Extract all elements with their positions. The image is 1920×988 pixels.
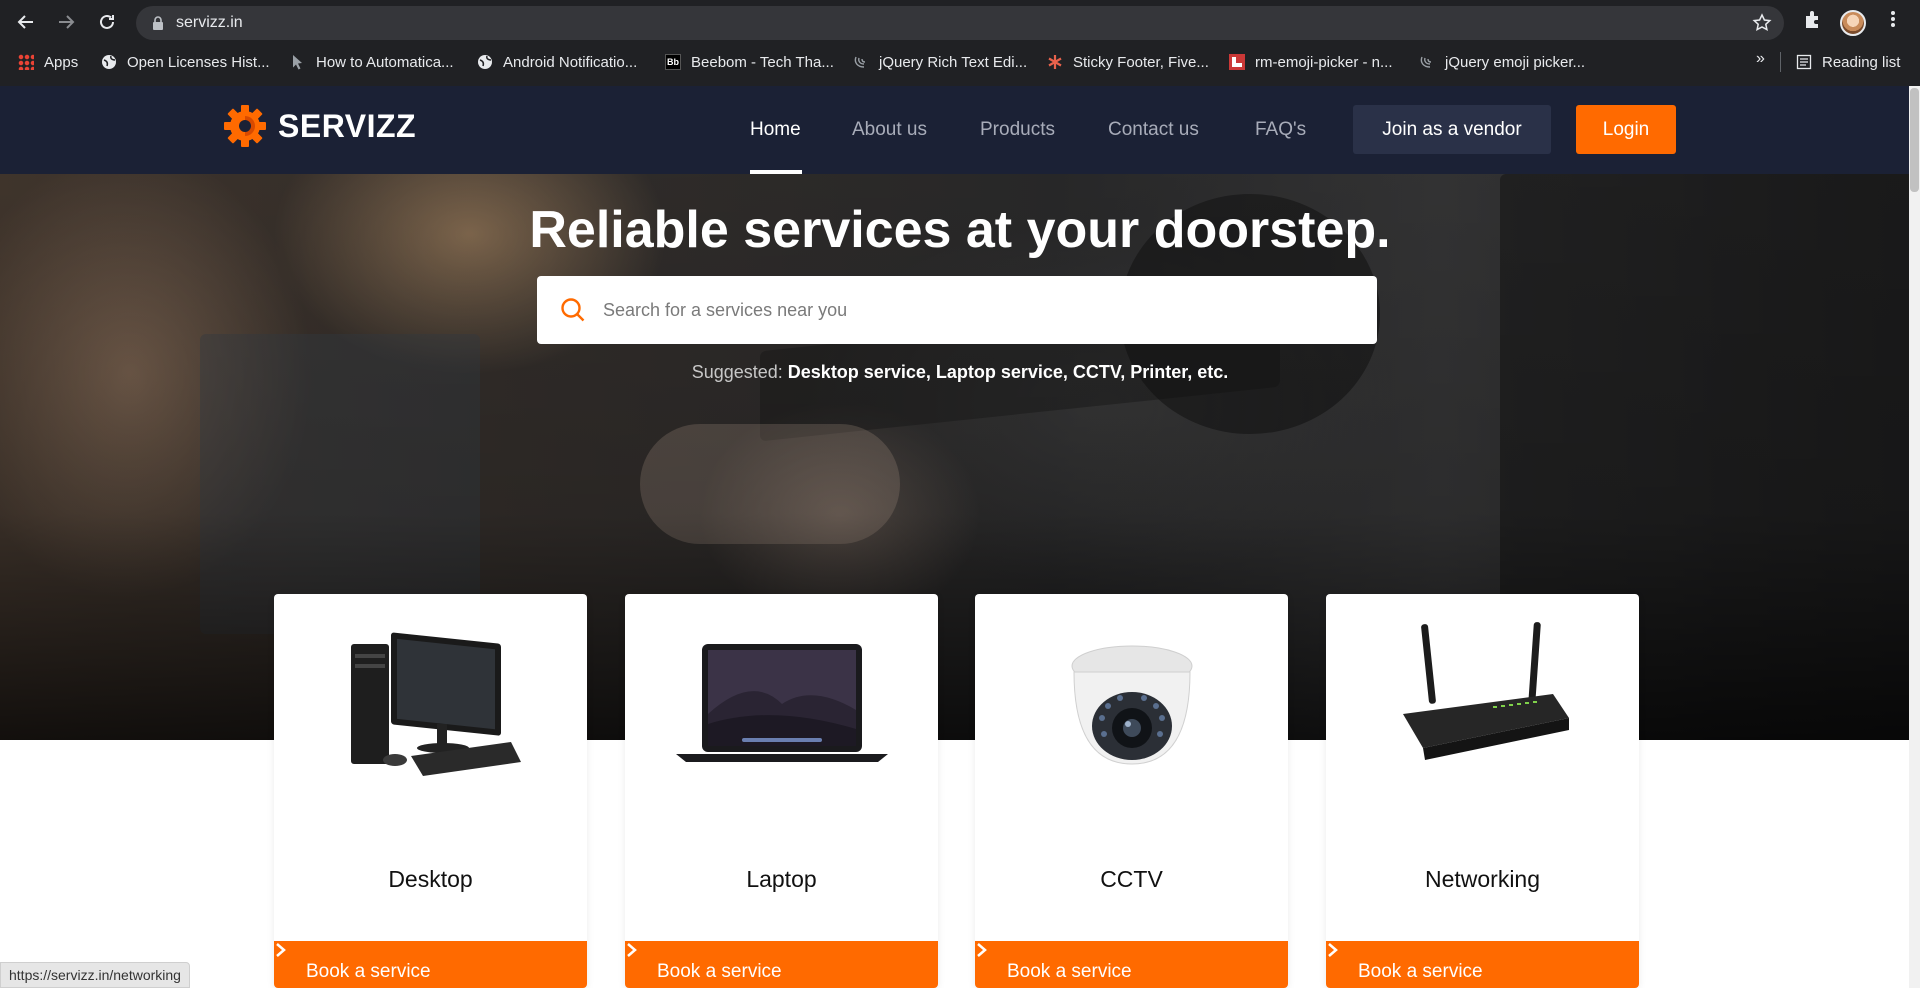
router-icon xyxy=(1326,614,1639,794)
bookmark-rm-emoji-picker[interactable]: rm-emoji-picker - n... xyxy=(1229,52,1393,72)
bookmark-label: Beebom - Tech Tha... xyxy=(691,53,834,71)
book-service-button[interactable]: Book a service xyxy=(625,941,938,988)
bookmark-jquery-emoji-picker[interactable]: jQuery emoji picker... xyxy=(1419,52,1585,72)
nav-home[interactable]: Home xyxy=(750,119,801,141)
arrow-left-icon xyxy=(17,15,33,29)
forward-button[interactable] xyxy=(52,8,80,36)
jquery-icon xyxy=(1420,56,1432,68)
service-card-laptop[interactable]: Laptop Book a service xyxy=(625,594,938,988)
cursor-icon xyxy=(293,55,302,70)
beebom-icon: Bb xyxy=(665,54,681,70)
bookmark-apps[interactable]: Apps xyxy=(18,52,78,72)
nav-products[interactable]: Products xyxy=(980,119,1055,141)
link-status-bar: https://servizz.in/networking xyxy=(0,962,190,988)
cctv-camera-icon xyxy=(975,614,1288,794)
bookmark-beebom[interactable]: Bb Beebom - Tech Tha... xyxy=(665,52,834,72)
reading-list-icon xyxy=(1796,54,1812,70)
book-service-label: Book a service xyxy=(657,961,782,982)
globe-icon xyxy=(478,55,492,69)
laptop-icon xyxy=(625,614,938,794)
reading-list-label: Reading list xyxy=(1822,53,1901,71)
book-service-label: Book a service xyxy=(306,961,431,982)
nav-faqs[interactable]: FAQ's xyxy=(1255,119,1306,141)
reload-icon xyxy=(100,14,114,29)
nav-contact-us[interactable]: Contact us xyxy=(1108,119,1199,141)
lock-icon xyxy=(153,16,163,30)
desktop-computer-icon xyxy=(274,614,587,794)
profile-avatar[interactable] xyxy=(1840,10,1866,36)
join-as-vendor-button[interactable]: Join as a vendor xyxy=(1353,105,1551,154)
bookmark-label: Apps xyxy=(44,53,79,71)
bookmarks-bar: Apps Open Licenses Hist... How to Automa… xyxy=(0,48,1920,74)
bookmark-label: jQuery Rich Text Edi... xyxy=(879,53,1028,71)
more-bookmarks-chevron-icon[interactable]: » xyxy=(1756,50,1765,68)
bookmark-jquery-rich-text[interactable]: jQuery Rich Text Edi... xyxy=(853,52,1027,72)
service-name: CCTV xyxy=(1100,866,1163,892)
suggested-items[interactable]: Desktop service, Laptop service, CCTV, P… xyxy=(788,362,1229,382)
bookmark-how-to-automatica[interactable]: How to Automatica... xyxy=(290,52,454,72)
arrow-right-icon xyxy=(59,15,75,29)
book-service-label: Book a service xyxy=(1007,961,1132,982)
service-search-box xyxy=(537,276,1377,344)
bookmark-label: rm-emoji-picker - n... xyxy=(1255,53,1393,71)
nav-about-us[interactable]: About us xyxy=(852,119,927,141)
brand-name: SERVIZZ xyxy=(278,107,417,144)
back-button[interactable] xyxy=(12,8,40,36)
book-service-button[interactable]: Book a service xyxy=(1326,941,1639,988)
hero-title: Reliable services at your doorstep. xyxy=(529,201,1391,259)
service-name: Desktop xyxy=(388,866,473,892)
address-bar-url: servizz.in xyxy=(176,14,243,31)
book-service-button[interactable]: Book a service xyxy=(274,941,587,988)
brand-logo[interactable]: SERVIZZ xyxy=(222,103,416,149)
service-name: Networking xyxy=(1424,866,1541,892)
service-search-input[interactable] xyxy=(603,290,1353,330)
gear-logo-icon xyxy=(224,105,266,147)
npm-icon xyxy=(1229,54,1245,70)
service-card-desktop[interactable]: Desktop Book a service xyxy=(274,594,587,988)
bookmark-star-icon[interactable] xyxy=(1752,13,1772,33)
bookmark-label: Android Notificatio... xyxy=(503,53,638,71)
page-scrollbar[interactable] xyxy=(1909,86,1920,988)
service-name: Laptop xyxy=(746,866,817,892)
asterisk-icon xyxy=(1048,55,1062,69)
reading-list-button[interactable]: Reading list xyxy=(1796,52,1900,72)
chevron-right-icon xyxy=(276,943,286,957)
suggested-label: Suggested: xyxy=(691,362,783,382)
apps-grid-icon xyxy=(18,54,34,70)
bookmark-label: jQuery emoji picker... xyxy=(1445,53,1586,71)
scrollbar-thumb[interactable] xyxy=(1910,88,1919,192)
jquery-icon xyxy=(854,56,866,68)
bookmark-label: Sticky Footer, Five... xyxy=(1073,53,1209,71)
book-service-button[interactable]: Book a service xyxy=(975,941,1288,988)
address-bar[interactable]: servizz.in xyxy=(136,6,1784,40)
chevron-right-icon xyxy=(977,943,987,957)
suggested-services: Suggested: Desktop service, Laptop servi… xyxy=(0,362,1920,383)
service-card-cctv[interactable]: CCTV Book a service xyxy=(975,594,1288,988)
bookmark-android-notification[interactable]: Android Notificatio... xyxy=(477,52,637,72)
chevron-right-icon xyxy=(627,943,637,957)
service-card-networking[interactable]: Networking Book a service xyxy=(1326,594,1639,988)
bookmark-sticky-footer[interactable]: Sticky Footer, Five... xyxy=(1047,52,1209,72)
kebab-menu-icon[interactable] xyxy=(1886,8,1900,30)
reload-button[interactable] xyxy=(93,8,121,36)
bookmark-label: How to Automatica... xyxy=(316,53,454,71)
chevron-right-icon xyxy=(1328,943,1338,957)
bookmarks-divider xyxy=(1780,52,1781,72)
extensions-puzzle-icon[interactable] xyxy=(1802,8,1824,30)
login-button[interactable]: Login xyxy=(1576,105,1676,154)
bookmark-open-licenses[interactable]: Open Licenses Hist... xyxy=(101,52,270,72)
search-icon xyxy=(561,298,585,322)
globe-icon xyxy=(102,55,116,69)
bookmark-label: Open Licenses Hist... xyxy=(127,53,270,71)
book-service-label: Book a service xyxy=(1358,961,1483,982)
